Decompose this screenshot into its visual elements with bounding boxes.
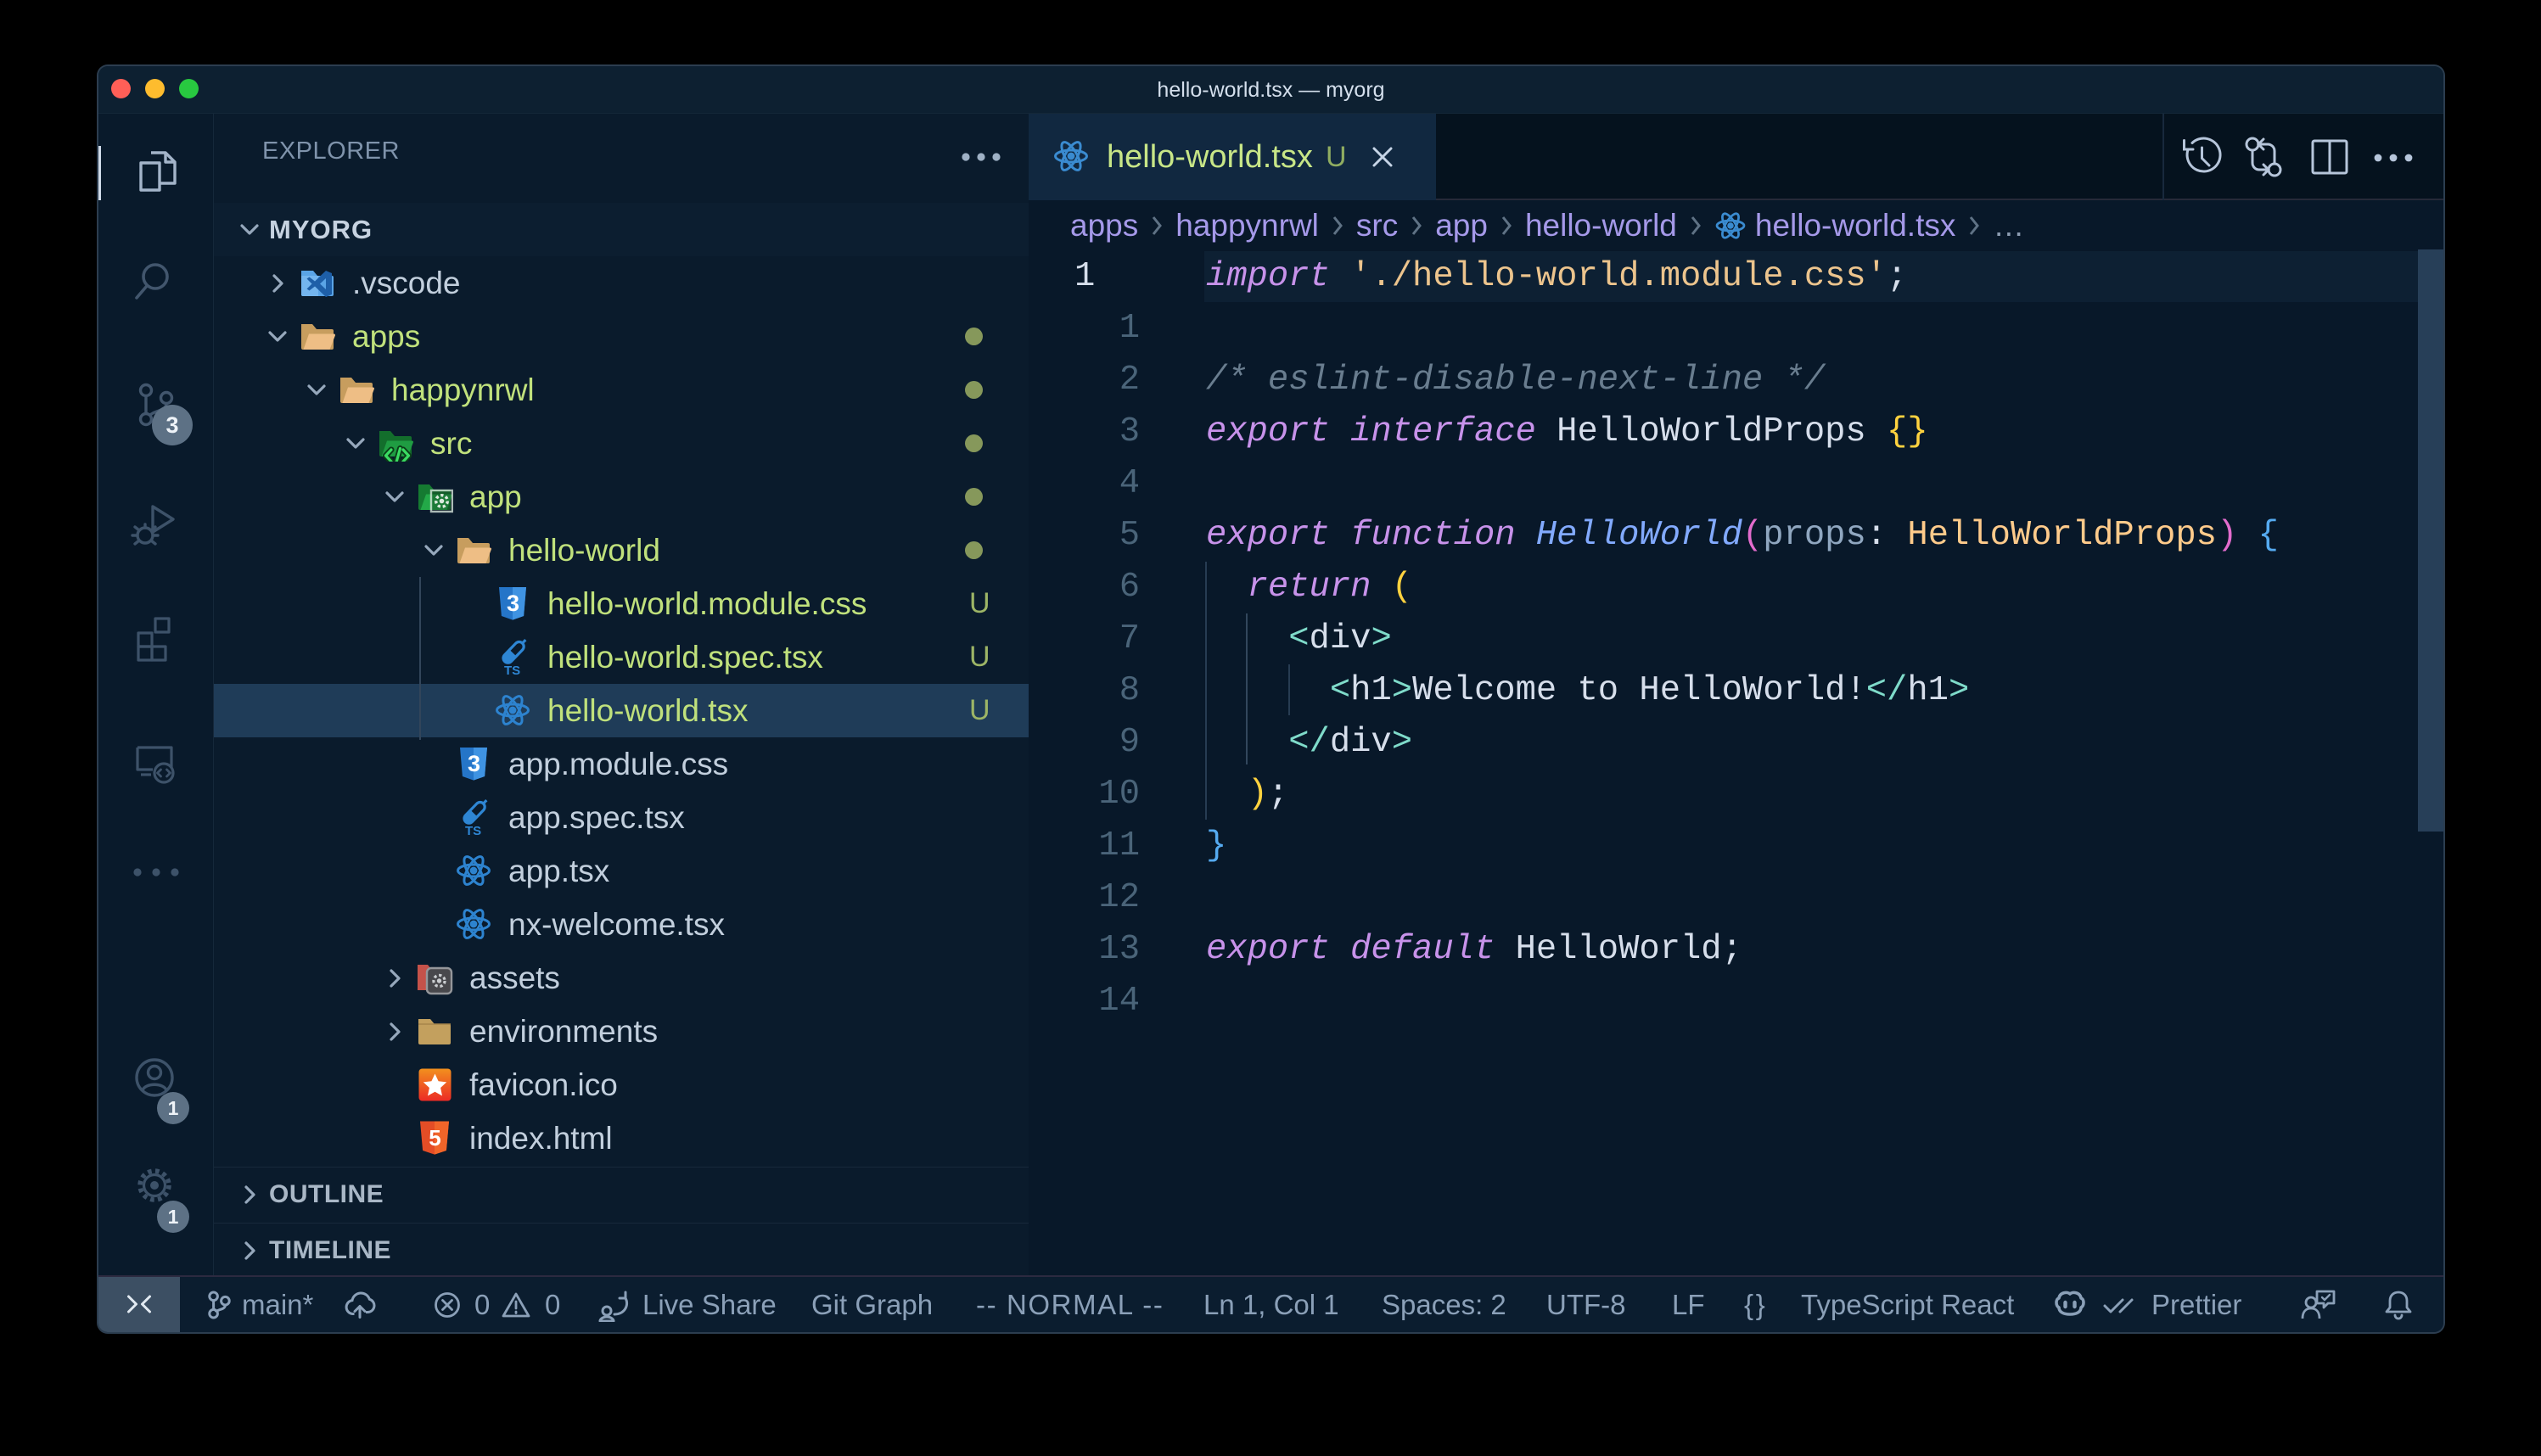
svg-text:3: 3	[507, 591, 519, 616]
svg-text:TS: TS	[465, 824, 481, 836]
svg-text:3: 3	[468, 751, 480, 776]
svg-text:TS: TS	[504, 664, 520, 675]
svg-text:5: 5	[429, 1125, 440, 1151]
